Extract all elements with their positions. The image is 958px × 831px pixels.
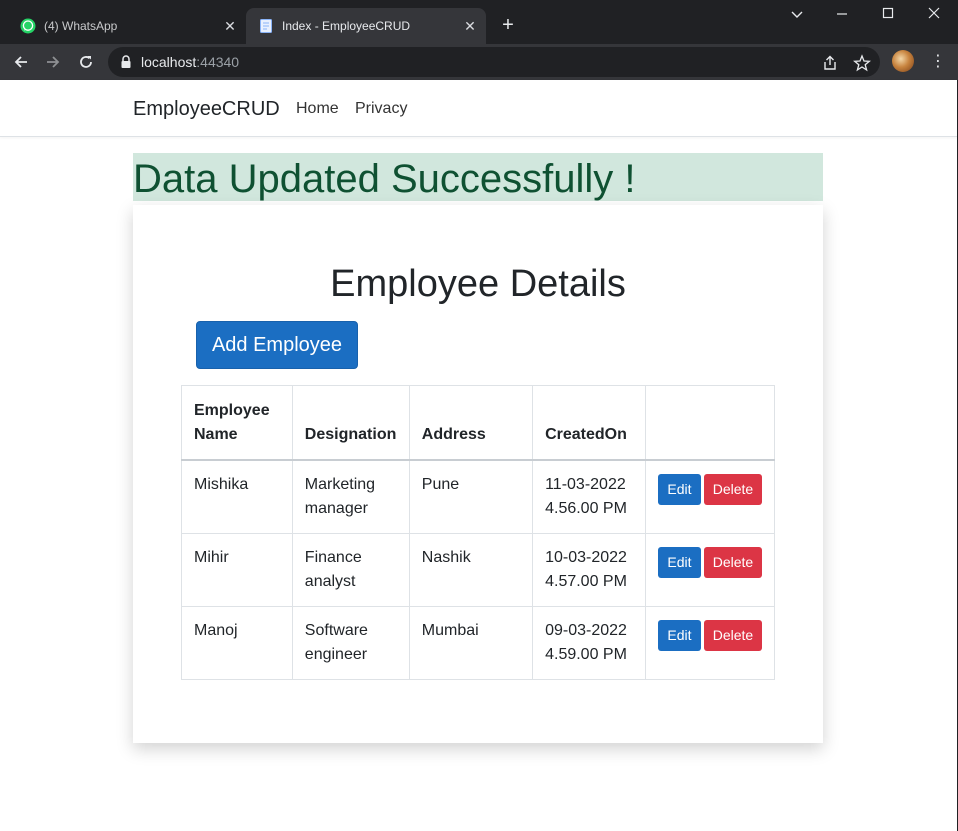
cell-actions: Edit Delete (644, 532, 776, 607)
cell-employee-name: Mishika (181, 459, 293, 534)
column-header-actions (644, 385, 776, 461)
column-header-designation: Designation (291, 385, 410, 461)
cell-employee-name: Manoj (181, 605, 293, 680)
column-header-createdon: CreatedOn (532, 385, 646, 461)
cell-actions: Edit Delete (644, 605, 776, 680)
lock-icon (121, 55, 131, 68)
tab-title: Index - EmployeeCRUD (282, 19, 411, 33)
whatsapp-icon (20, 18, 36, 34)
cell-createdon: 10-03-2022 4.57.00 PM (532, 532, 646, 607)
forward-icon[interactable] (41, 50, 65, 74)
cell-createdon: 09-03-2022 4.59.00 PM (532, 605, 646, 680)
employee-card: Employee Details Add Employee Employee N… (133, 205, 823, 743)
column-header-employee-name: Employee Name (181, 385, 293, 461)
close-tab-icon[interactable]: ✕ (462, 18, 478, 34)
edit-button[interactable]: Edit (657, 619, 701, 651)
address-bar[interactable]: localhost:44340 (108, 47, 880, 77)
browser-toolbar: localhost:44340 ⋮ (0, 44, 958, 80)
reload-icon[interactable] (74, 50, 98, 74)
minimize-icon[interactable] (824, 4, 860, 26)
edit-button[interactable]: Edit (657, 473, 701, 505)
tab-title: (4) WhatsApp (44, 19, 118, 33)
close-window-icon[interactable] (916, 4, 952, 26)
cell-address: Mumbai (408, 605, 534, 680)
browser-tab-employeecrud[interactable]: Index - EmployeeCRUD ✕ (246, 8, 486, 44)
cell-address: Pune (408, 459, 534, 534)
nav-link-privacy[interactable]: Privacy (355, 100, 407, 118)
table-row: Mishika Marketing manager Pune 11-03-202… (181, 459, 776, 534)
maximize-icon[interactable] (870, 4, 906, 26)
cell-createdon: 11-03-2022 4.56.00 PM (532, 459, 646, 534)
column-header-address: Address (408, 385, 534, 461)
back-icon[interactable] (9, 50, 33, 74)
cell-designation: Finance analyst (291, 532, 410, 607)
table-row: Mihir Finance analyst Nashik 10-03-2022 … (181, 532, 776, 607)
employee-table: Employee Name Designation Address Create… (181, 385, 776, 680)
cell-designation: Marketing manager (291, 459, 410, 534)
page-icon (260, 19, 272, 33)
delete-button[interactable]: Delete (703, 473, 762, 505)
browser-tab-bar: (4) WhatsApp ✕ Index - EmployeeCRUD ✕ + (0, 0, 958, 44)
new-tab-button[interactable]: + (496, 14, 520, 38)
alert-message: Data Updated Successfully ! (133, 157, 636, 201)
cell-employee-name: Mihir (181, 532, 293, 607)
cell-designation: Software engineer (291, 605, 410, 680)
profile-avatar[interactable] (892, 50, 914, 72)
table-row: Manoj Software engineer Mumbai 09-03-202… (181, 605, 776, 680)
browser-menu-icon[interactable]: ⋮ (930, 52, 946, 72)
tab-search-icon[interactable] (779, 4, 815, 26)
close-tab-icon[interactable]: ✕ (222, 18, 238, 34)
nav-link-home[interactable]: Home (296, 100, 339, 118)
delete-button[interactable]: Delete (703, 546, 762, 578)
site-navbar: EmployeeCRUD Home Privacy (0, 80, 957, 137)
url-text: localhost:44340 (141, 54, 240, 70)
delete-button[interactable]: Delete (703, 619, 762, 651)
cell-actions: Edit Delete (644, 459, 776, 534)
cell-address: Nashik (408, 532, 534, 607)
brand-link[interactable]: EmployeeCRUD (133, 98, 280, 121)
add-employee-button[interactable]: Add Employee (196, 321, 358, 369)
bookmark-star-icon[interactable] (853, 54, 871, 72)
share-icon[interactable] (821, 54, 839, 72)
edit-button[interactable]: Edit (657, 546, 701, 578)
page-title: Employee Details (330, 263, 626, 305)
browser-tab-whatsapp[interactable]: (4) WhatsApp ✕ (8, 8, 246, 44)
table-header-row: Employee Name Designation Address Create… (181, 385, 776, 461)
success-alert: Data Updated Successfully ! (133, 153, 823, 201)
